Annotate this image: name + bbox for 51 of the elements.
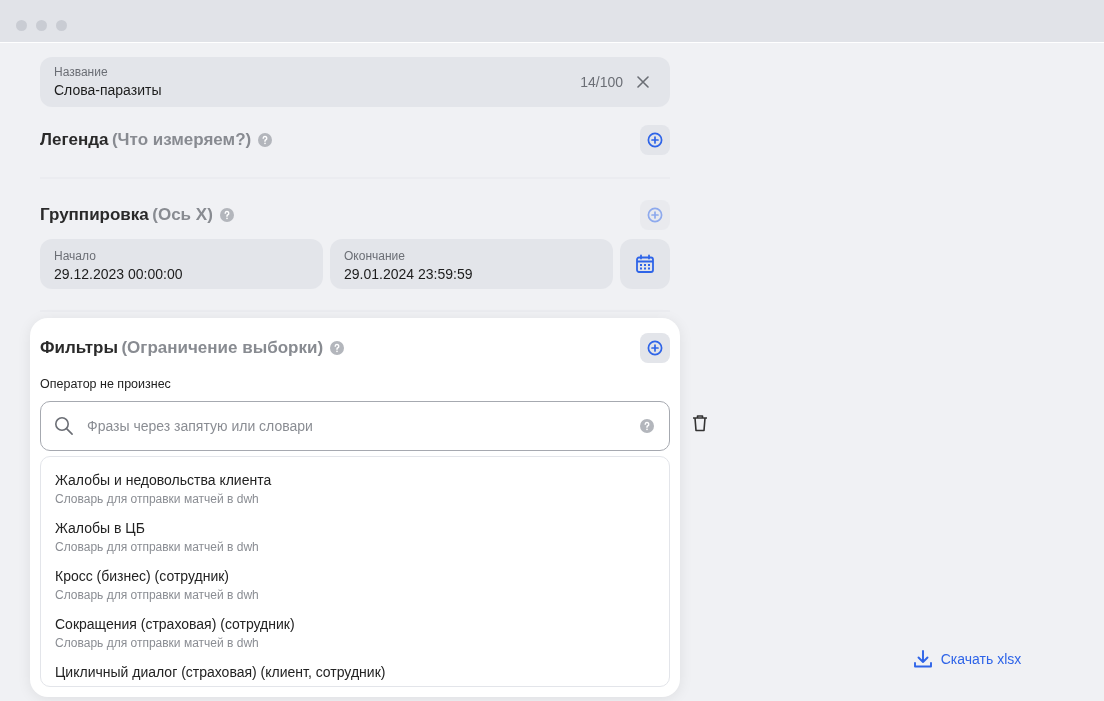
suggestion-item[interactable]: Жалобы в ЦБ Словарь для отправки матчей в dwh	[55, 515, 655, 564]
download-button[interactable]: Скачать xlsx	[912, 621, 1022, 698]
help-icon[interactable]	[219, 208, 234, 222]
help-icon[interactable]	[330, 340, 345, 355]
window-control-dot[interactable]	[56, 20, 67, 31]
suggestion-title: Кросс (бизнес) (сотрудник)	[55, 567, 230, 587]
suggestion-title: Цикличный диалог (страховая) (клиент, сотрудник)	[55, 663, 387, 683]
section-subtitle: (Ограничение выборки)	[121, 336, 324, 359]
field-value: Слова-паразиты	[54, 81, 162, 100]
suggestion-title: Сокращения (страховая) (сотрудник)	[55, 615, 296, 635]
section-title: Легенда	[40, 129, 109, 152]
section-subtitle: (Что измеряем?)	[111, 129, 252, 152]
download-icon	[912, 649, 933, 670]
add-button[interactable]	[640, 125, 670, 155]
section-title: Группировка	[40, 204, 149, 227]
date-field[interactable]: Окончание 29.01.2024 23:59:59	[330, 238, 613, 289]
field-label: Название	[54, 64, 109, 80]
suggestion-title: Жалобы и недовольства клиента	[55, 471, 273, 491]
section-subtitle: (Ось X)	[152, 204, 213, 227]
field-label: Начало	[54, 247, 97, 264]
suggestion-subtitle: Словарь для отправки матчей в dwh	[55, 635, 260, 652]
suggestion-subtitle: Словарь для отправки матчей в dwh	[55, 587, 260, 604]
name-field[interactable]: Название Слова-паразиты 14/100	[40, 57, 670, 107]
suggestion-item[interactable]: Жалобы и недовольства клиента Словарь для отправки матчей в dwh	[55, 467, 655, 516]
date-field[interactable]: Начало 29.12.2023 00:00:00	[40, 238, 323, 289]
trash-icon[interactable]	[692, 413, 708, 432]
close-icon[interactable]	[637, 76, 649, 88]
plus-circle-icon	[647, 207, 663, 223]
field-label: Окончание	[344, 247, 406, 264]
field-value: 29.12.2023 00:00:00	[54, 264, 184, 284]
search-field[interactable]: Фразы через запятую или словари	[40, 401, 670, 452]
suggestion-subtitle: Словарь для отправки матчей в dwh	[55, 539, 260, 556]
suggestion-item[interactable]: Кросс (бизнес) (сотрудник) Словарь для отправки матчей в dwh	[55, 563, 655, 612]
help-icon[interactable]	[258, 133, 273, 147]
plus-circle-icon	[647, 339, 663, 356]
window-control-dot[interactable]	[16, 20, 27, 31]
calendar-icon	[635, 253, 655, 274]
calendar-button[interactable]	[620, 238, 670, 289]
suggestion-item[interactable]: Сокращения (страховая) (сотрудник) Словарь для отправки матчей в dwh	[55, 611, 655, 660]
section-title: Фильтры	[40, 336, 118, 359]
plus-circle-icon	[647, 132, 663, 148]
suggestion-item[interactable]: Цикличный диалог (страховая) (клиент, сотрудник)	[55, 659, 655, 687]
help-icon[interactable]	[640, 419, 654, 434]
character-counter: 14/100	[580, 72, 623, 92]
suggestion-subtitle: Словарь для отправки матчей в dwh	[55, 491, 260, 508]
search-icon	[54, 416, 74, 437]
suggestion-title: Жалобы в ЦБ	[55, 519, 146, 539]
window-control-dot[interactable]	[36, 20, 47, 31]
add-button[interactable]	[640, 332, 670, 363]
field-value: 29.01.2024 23:59:59	[344, 264, 474, 284]
filter-label: Оператор не произнес	[40, 375, 172, 393]
